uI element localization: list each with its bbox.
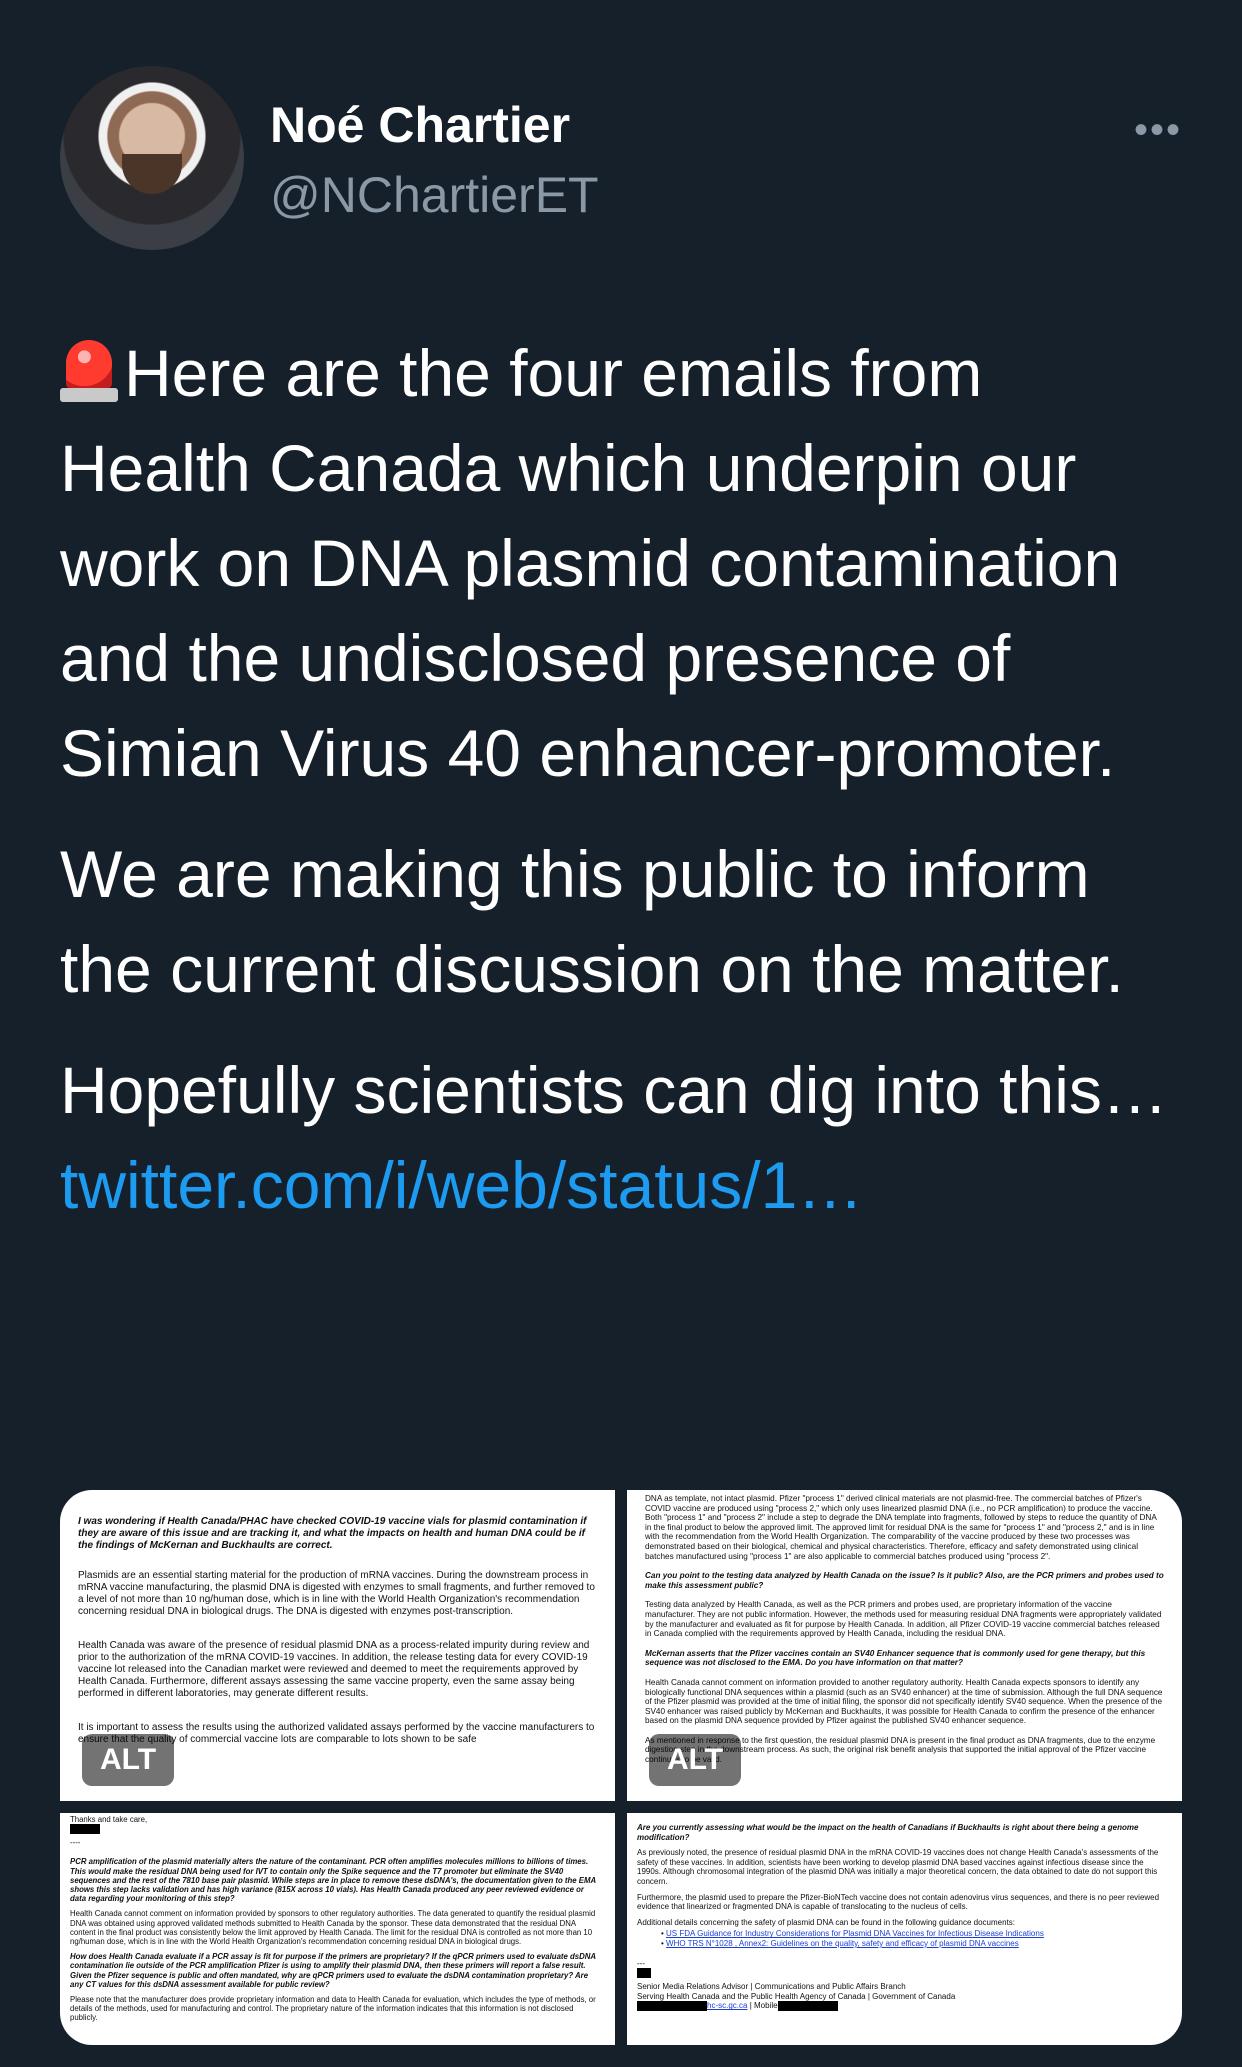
doc-paragraph: Additional details concerning the safety… [637,1917,1016,1927]
doc-redaction [70,1824,597,1835]
alt-text-badge[interactable]: ALT [82,1734,174,1786]
tweet-link[interactable]: twitter.com/i/web/status/1… [60,1148,863,1222]
author-avatar[interactable] [60,66,244,250]
doc-question: PCR amplification of the plasmid materia… [70,1857,596,1904]
doc-paragraph: As previously noted, the presence of res… [637,1848,1159,1886]
police-light-icon [60,336,118,404]
tweet-paragraph-2: We are making this public to inform the … [60,837,1124,1006]
doc-question: McKernan asserts that the Pfizer vaccine… [645,1648,1146,1668]
doc-question: Can you point to the testing data analyz… [645,1571,1164,1590]
doc-paragraph: Health Canada cannot comment on informat… [70,1909,596,1947]
tweet-paragraph-1: Here are the four emails from Health Can… [60,336,1121,790]
doc-redaction [637,1968,1164,1979]
media-image-2[interactable]: DNA as template, not intact plasmid. Pfi… [627,1490,1182,1801]
more-options-icon[interactable]: ••• [1134,108,1182,153]
doc-line: ---- [70,1838,81,1848]
doc-paragraph: Furthermore, the plasmid used to prepare… [637,1892,1160,1912]
doc-link: • WHO TRS N°1028 , Annex2: Guidelines on… [661,1938,1019,1948]
doc-signature: Serving Health Canada and the Public Hea… [637,1991,956,2001]
doc-signature: hc-sc.gc.ca | Mobile [637,2001,1164,2012]
tweet-paragraph-3: Hopefully scientists can dig into this… … [60,1053,1168,1222]
media-image-1[interactable]: I was wondering if Health Canada/PHAC ha… [60,1490,615,1801]
doc-line: Thanks and take care, [70,1815,148,1824]
media-grid: I was wondering if Health Canada/PHAC ha… [60,1490,1182,2045]
media-image-4[interactable]: Are you currently assessing what would b… [627,1813,1182,2045]
doc-question: I was wondering if Health Canada/PHAC ha… [78,1516,587,1551]
doc-paragraph: Health Canada was aware of the presence … [78,1640,590,1699]
doc-question: How does Health Canada evaluate if a PCR… [70,1952,596,1989]
doc-link: • US FDA Guidance for Industry Considera… [661,1929,1044,1939]
doc-question: Are you currently assessing what would b… [637,1823,1139,1842]
doc-paragraph: Health Canada cannot comment on informat… [645,1677,1163,1726]
tweet-text: Here are the four emails from Health Can… [60,326,1190,1259]
tweet-header: Noé Chartier @NChartierET ••• [60,66,1182,250]
author-name[interactable]: Noé Chartier [270,96,570,154]
media-image-3[interactable]: Thanks and take care, ---- PCR amplifica… [60,1813,615,2045]
doc-paragraph: Please note that the manufacturer does p… [70,1995,596,2023]
doc-paragraph: Testing data analyzed by Health Canada, … [645,1600,1162,1639]
doc-paragraph: Plasmids are an essential starting mater… [78,1570,595,1617]
doc-paragraph: DNA as template, not intact plasmid. Pfi… [645,1494,1157,1561]
doc-signature: Senior Media Relations Advisor | Communi… [637,1982,906,1992]
doc-line: --- [637,1958,645,1968]
author-handle[interactable]: @NChartierET [270,166,599,224]
alt-text-badge[interactable]: ALT [649,1734,741,1786]
